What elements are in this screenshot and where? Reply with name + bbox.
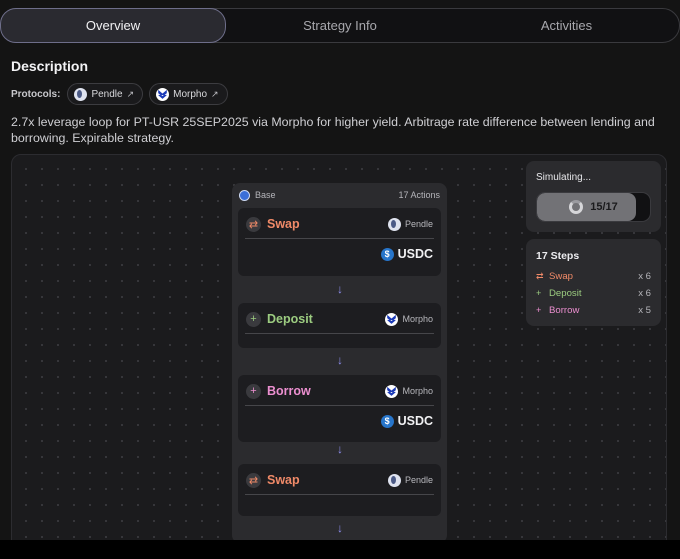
- tab-strategy-info[interactable]: Strategy Info: [226, 9, 454, 42]
- spinner-icon: [569, 200, 584, 214]
- external-link-icon: ↗: [211, 88, 219, 99]
- strategy-page: Overview Strategy Info Activities Descri…: [0, 0, 680, 540]
- protocol-chip-label: Pendle: [91, 88, 123, 100]
- actions-count: 17 Actions: [398, 190, 440, 200]
- swap-icon: ⇄: [536, 270, 544, 281]
- morpho-logo-icon: [385, 312, 399, 326]
- progress-content: 15/17: [537, 193, 650, 221]
- summary-item-label: Borrow: [549, 304, 580, 316]
- simulation-progress-bar: 15/17: [536, 192, 651, 222]
- simulation-panel: Simulating... 15/17: [526, 161, 661, 232]
- summary-item-deposit: + Deposit x 6: [536, 286, 651, 300]
- step-card-deposit[interactable]: + Deposit Morpho: [238, 303, 441, 348]
- flow-header: Base 17 Actions: [239, 188, 440, 202]
- steps-summary-panel: 17 Steps ⇄ Swap x 6 + Deposit x 6 + Borr…: [526, 239, 661, 326]
- step-token-label: USDC: [397, 247, 433, 261]
- plus-icon: +: [536, 288, 542, 298]
- description-heading: Description: [11, 58, 89, 74]
- protocol-chip-label: Morpho: [173, 88, 208, 100]
- step-protocol: Pendle: [387, 473, 433, 487]
- summary-item-count: x 5: [638, 304, 651, 316]
- step-token-label: USDC: [397, 414, 433, 428]
- step-card-swap[interactable]: ⇄ Swap Pendle: [238, 464, 441, 516]
- base-label: Base: [255, 190, 276, 200]
- swap-icon: ⇄: [246, 216, 261, 232]
- step-op-name: Borrow: [267, 384, 311, 398]
- step-protocol: Pendle: [387, 217, 433, 231]
- card-divider: [245, 333, 434, 334]
- arrow-down-icon: ↓: [337, 282, 343, 296]
- step-op-name: Swap: [267, 473, 300, 487]
- protocols-label: Protocols:: [11, 88, 61, 100]
- card-divider: [245, 405, 434, 406]
- step-token: $ USDC: [380, 247, 433, 261]
- arrow-down-icon: ↓: [337, 521, 343, 535]
- morpho-logo-icon: [385, 384, 399, 398]
- tab-overview[interactable]: Overview: [0, 8, 226, 43]
- protocols-row: Protocols: Pendle ↗ Morpho ↗: [11, 83, 228, 105]
- summary-item-borrow: + Borrow x 5: [536, 303, 651, 317]
- pendle-logo-icon: [74, 87, 88, 101]
- arrow-down-icon: ↓: [337, 442, 343, 456]
- tab-activities[interactable]: Activities: [454, 9, 679, 42]
- pendle-logo-icon: [387, 473, 401, 487]
- protocol-chip-pendle[interactable]: Pendle ↗: [67, 83, 144, 105]
- summary-item-swap: ⇄ Swap x 6: [536, 269, 651, 283]
- step-protocol-label: Pendle: [404, 219, 433, 229]
- step-card-borrow[interactable]: + Borrow Morpho $ USDC: [238, 375, 441, 442]
- progress-text: 15/17: [590, 201, 618, 213]
- summary-item-count: x 6: [638, 287, 651, 299]
- step-protocol-label: Morpho: [402, 314, 433, 324]
- card-divider: [245, 238, 434, 239]
- step-token: $ USDC: [380, 414, 433, 428]
- summary-item-label: Swap: [549, 270, 573, 282]
- step-protocol-label: Morpho: [402, 386, 433, 396]
- plus-icon: +: [246, 311, 261, 327]
- simulation-title: Simulating...: [536, 172, 592, 183]
- usdc-icon: $: [380, 414, 394, 428]
- tab-bar: Overview Strategy Info Activities: [0, 8, 680, 43]
- step-protocol-label: Pendle: [404, 475, 433, 485]
- pendle-logo-icon: [387, 217, 401, 231]
- protocol-chip-morpho[interactable]: Morpho ↗: [149, 83, 228, 105]
- arrow-down-icon: ↓: [337, 353, 343, 367]
- plus-icon: +: [536, 305, 542, 315]
- swap-icon: ⇄: [246, 472, 261, 488]
- external-link-icon: ↗: [126, 88, 135, 99]
- plus-icon: +: [246, 383, 261, 399]
- step-protocol: Morpho: [385, 312, 433, 326]
- step-protocol: Morpho: [385, 384, 433, 398]
- summary-item-label: Deposit: [549, 287, 582, 299]
- base-icon: [239, 189, 250, 201]
- summary-item-count: x 6: [638, 270, 651, 282]
- step-op-name: Swap: [267, 217, 300, 231]
- morpho-logo-icon: [156, 87, 170, 101]
- card-divider: [245, 494, 434, 495]
- usdc-icon: $: [380, 247, 394, 261]
- step-card-swap[interactable]: ⇄ Swap Pendle $ USDC: [238, 208, 441, 276]
- step-op-name: Deposit: [267, 312, 313, 326]
- steps-summary-title: 17 Steps: [536, 250, 580, 262]
- description-text: 2.7x leverage loop for PT-USR 25SEP2025 …: [11, 115, 655, 145]
